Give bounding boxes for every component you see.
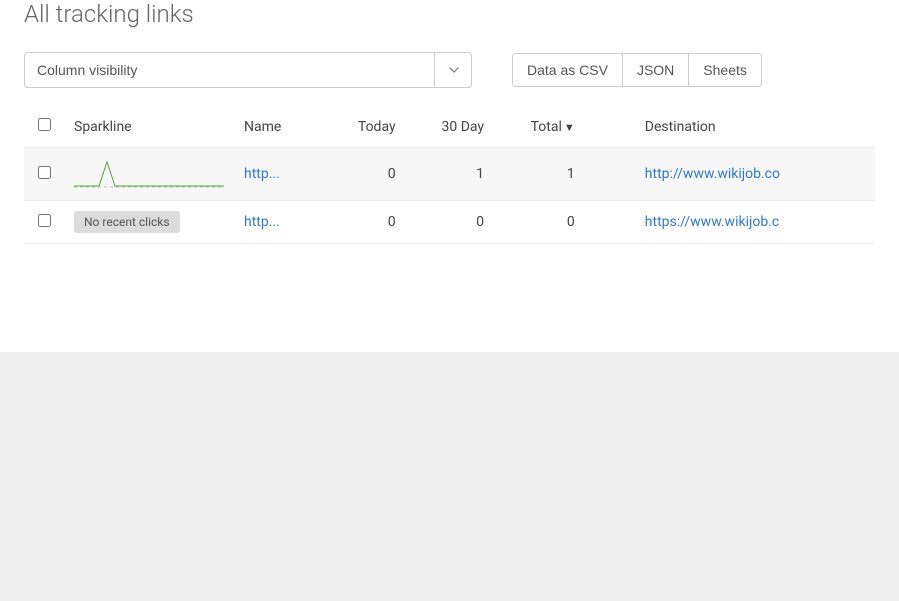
today-value: 0 <box>324 201 406 244</box>
export-button-group: Data as CSV JSON Sheets <box>512 53 762 87</box>
thirty-day-value: 0 <box>406 201 494 244</box>
header-thirty-day[interactable]: 30 Day <box>406 106 494 148</box>
sparkline-icon <box>74 158 224 190</box>
tracking-links-table: Sparkline Name Today 30 Day Total▼ Desti… <box>24 106 875 244</box>
header-sparkline[interactable]: Sparkline <box>64 106 234 148</box>
name-link[interactable]: http... <box>244 166 280 182</box>
column-visibility-label: Column visibility <box>37 62 137 78</box>
sparkline-cell: No recent clicks <box>64 201 234 244</box>
page-title: All tracking links <box>24 0 875 28</box>
sparkline-cell <box>64 148 234 201</box>
column-visibility-control[interactable]: Column visibility <box>24 52 472 88</box>
header-today[interactable]: Today <box>324 106 406 148</box>
export-json-button[interactable]: JSON <box>622 54 688 86</box>
export-csv-button[interactable]: Data as CSV <box>513 54 622 86</box>
destination-link[interactable]: http://www.wikijob.co <box>645 166 780 182</box>
footer-space <box>0 352 899 601</box>
table-row: http... 0 1 1 http://www.wikijob.co <box>24 148 875 201</box>
table-row: No recent clicks http... 0 0 0 https://w… <box>24 201 875 244</box>
column-visibility-button[interactable]: Column visibility <box>24 52 472 88</box>
header-destination[interactable]: Destination <box>585 106 875 148</box>
toolbar: Column visibility Data as CSV JSON Sheet… <box>24 52 875 88</box>
no-recent-clicks-badge: No recent clicks <box>74 211 180 233</box>
header-total-label: Total <box>531 119 562 135</box>
header-name[interactable]: Name <box>234 106 324 148</box>
row-checkbox[interactable] <box>38 166 51 179</box>
sort-desc-icon: ▼ <box>564 121 575 134</box>
name-link[interactable]: http... <box>244 214 280 230</box>
header-checkbox-cell <box>24 106 64 148</box>
destination-link[interactable]: https://www.wikijob.c <box>645 214 779 230</box>
total-value: 1 <box>494 148 585 201</box>
total-value: 0 <box>494 201 585 244</box>
thirty-day-value: 1 <box>406 148 494 201</box>
today-value: 0 <box>324 148 406 201</box>
select-all-checkbox[interactable] <box>38 118 51 131</box>
row-checkbox[interactable] <box>38 214 51 227</box>
header-total[interactable]: Total▼ <box>494 106 585 148</box>
export-sheets-button[interactable]: Sheets <box>688 54 761 86</box>
